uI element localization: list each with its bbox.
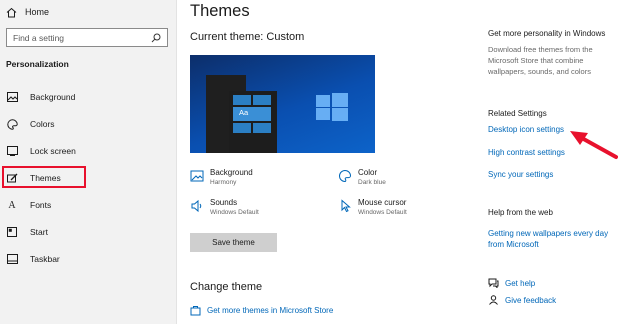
search-icon[interactable] [151,33,161,43]
right-panel: Get more personality in Windows Download… [480,0,624,324]
sidebar-item-taskbar[interactable]: Taskbar [6,252,60,266]
get-help-link[interactable]: Get help [488,278,535,288]
sidebar-item-start[interactable]: Start [6,225,48,239]
annotation-arrow-icon [570,131,618,159]
preview-sample-text: Aa [239,108,249,117]
background-setting[interactable]: Background Harmony [190,168,253,186]
sidebar-item-colors[interactable]: Colors [6,117,55,131]
desktop-icon-settings-link[interactable]: Desktop icon settings [488,125,564,134]
color-label: Color [358,168,378,177]
help-heading: Help from the web [488,208,553,217]
search-placeholder: Find a setting [13,32,65,43]
sidebar-item-label: Start [30,227,48,237]
sidebar-item-background[interactable]: Background [6,90,75,104]
background-value: Harmony [210,179,237,186]
sidebar-item-label: Colors [30,119,55,129]
cursor-icon [341,199,351,213]
color-setting[interactable]: Color Dark blue [338,168,386,186]
give-feedback-link[interactable]: Give feedback [488,295,556,305]
main-content: Themes Current theme: Custom Aa Backgrou… [178,0,470,324]
personality-description: Download free themes from the Microsoft … [488,45,593,76]
sidebar-item-label: Lock screen [30,146,76,156]
sync-settings-link[interactable]: Sync your settings [488,170,553,179]
theme-preview: Aa [190,55,375,153]
mouse-cursor-setting[interactable]: Mouse cursor Windows Default [338,198,407,216]
personality-heading: Get more personality in Windows [488,29,606,38]
image-icon [6,91,18,103]
wallpapers-link[interactable]: Getting new wallpapers every day from Mi… [488,228,622,250]
give-feedback-label: Give feedback [505,295,557,305]
sidebar-item-label: Taskbar [30,254,60,264]
lock-screen-icon [6,145,18,157]
sidebar-section-heading: Personalization [6,59,69,69]
store-link-label: Get more themes in Microsoft Store [207,306,334,315]
themes-highlight-box [2,166,86,188]
get-help-label: Get help [505,278,536,288]
sidebar-item-label: Fonts [30,200,52,210]
store-themes-link[interactable]: Get more themes in Microsoft Store [190,305,333,316]
store-icon [190,306,201,316]
change-theme-heading: Change theme [190,281,263,293]
page-title: Themes [190,2,250,20]
feedback-icon [489,295,498,305]
sidebar-item-label: Background [30,92,76,102]
color-value: Dark blue [358,179,386,186]
background-label: Background [210,168,253,177]
chat-help-icon [488,278,499,288]
home-nav-item[interactable]: Home [6,5,49,19]
taskbar-icon [6,253,18,265]
home-icon [6,7,17,17]
font-icon: A [8,199,16,211]
sounds-setting[interactable]: Sounds Windows Default [190,198,259,216]
sidebar: Home Find a setting Personalization Back… [0,0,177,324]
current-theme-heading: Current theme: Custom [190,31,305,43]
palette-icon [6,118,18,130]
sounds-value: Windows Default [210,209,259,216]
mouse-cursor-label: Mouse cursor [358,198,407,207]
image-icon [190,170,204,182]
related-settings-heading: Related Settings [488,109,547,118]
speaker-icon [191,199,202,213]
search-input[interactable]: Find a setting [6,28,168,47]
high-contrast-settings-link[interactable]: High contrast settings [488,148,565,157]
sidebar-item-lock-screen[interactable]: Lock screen [6,144,76,158]
save-theme-button[interactable]: Save theme [190,233,277,252]
mouse-cursor-value: Windows Default [358,209,407,216]
preview-window-front [229,91,277,153]
sounds-label: Sounds [210,198,238,207]
windows-logo-icon [316,93,348,121]
start-icon [6,226,18,238]
sidebar-item-fonts[interactable]: A Fonts [6,198,51,212]
palette-icon [339,169,352,183]
home-label: Home [25,7,50,17]
